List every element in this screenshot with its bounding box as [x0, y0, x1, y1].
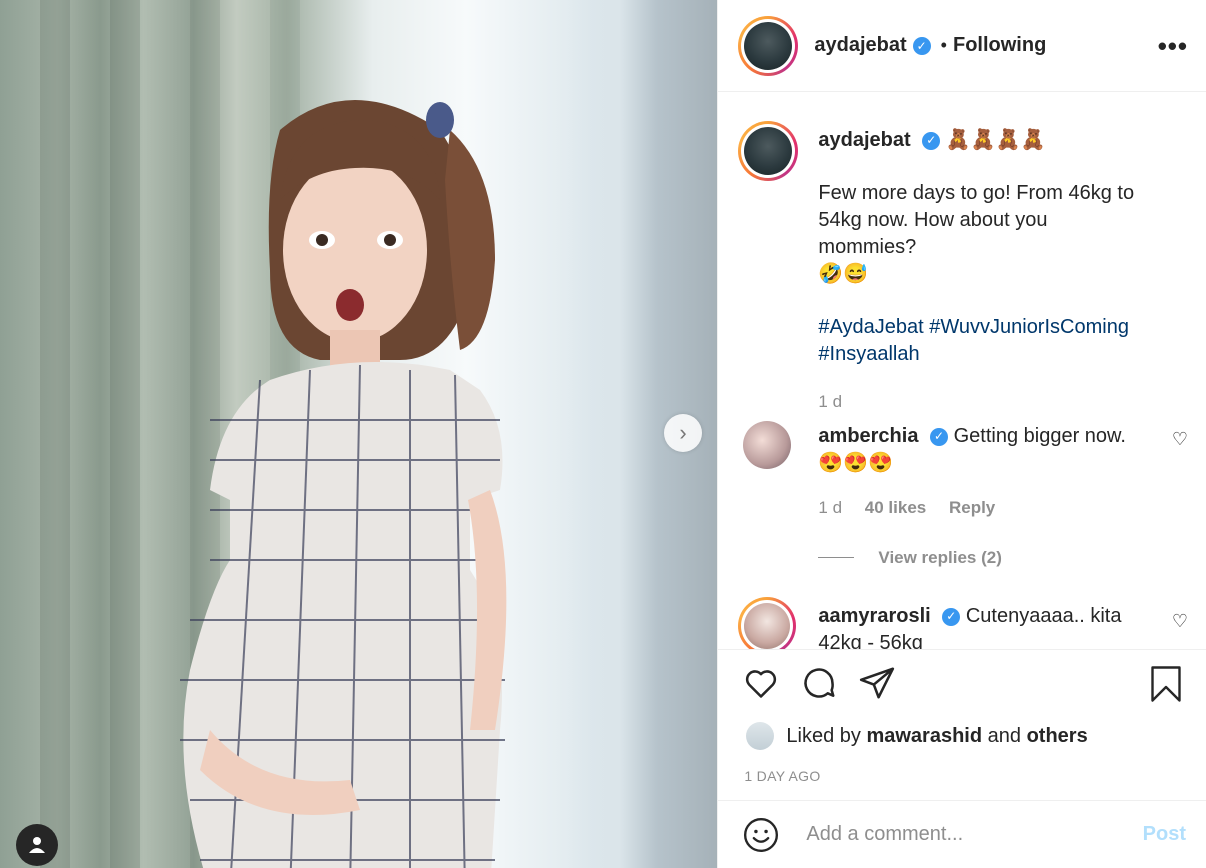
verified-icon: ✓ [942, 607, 961, 626]
comment-input[interactable] [804, 822, 1143, 847]
action-icons [742, 664, 1184, 708]
caption-time: 1 d [818, 392, 843, 411]
more-options-icon[interactable]: ••• [1158, 33, 1188, 59]
comment-username[interactable]: aamyrarosli [818, 605, 930, 627]
comment-text: Getting bigger now. [953, 425, 1126, 447]
person-illustration [180, 100, 507, 868]
tagged-users-button[interactable] [16, 824, 58, 866]
caption-username[interactable]: aydajebat [818, 129, 910, 151]
chevron-right-icon: › [679, 420, 687, 445]
next-photo-button[interactable]: › [664, 414, 702, 452]
caption-body: aydajebat ✓ 🧸🧸🧸🧸 Few more days to go! Fr… [818, 127, 1148, 415]
liked-by-prefix: Liked by [786, 724, 861, 747]
curtain-fold [110, 0, 140, 868]
comment-body: amberchia ✓ Getting bigger now. 😍😍😍 1 d … [818, 423, 1148, 571]
comment-body: aamyrarosli ✓ Cutenyaaaa.. kita 42kg - 5… [818, 603, 1148, 649]
post-comment-button[interactable]: Post [1143, 823, 1186, 846]
caption-hashtags-2[interactable]: #Insyaallah [818, 341, 1148, 368]
comment-time: 1 d [818, 498, 843, 517]
caption-hashtags[interactable]: #AydaJebat #WuvvJuniorIsComing [818, 314, 1148, 341]
comment-like-heart-icon[interactable]: ♡ [1172, 611, 1188, 632]
caption-avatar[interactable] [738, 121, 799, 181]
comment-emojis: 😍😍😍 [818, 452, 894, 474]
liked-by: Liked by mawarashid and others [746, 722, 1088, 750]
add-comment-bar: Post [718, 800, 1206, 868]
post-time[interactable]: 1 DAY AGO [744, 768, 820, 784]
post-photo[interactable]: › [0, 0, 718, 868]
caption-emojis: 🧸🧸🧸🧸 [945, 129, 1046, 151]
comment-likes[interactable]: 40 likes [865, 498, 926, 517]
comment-text-2: 42kg - 56kg [818, 632, 923, 649]
author-username[interactable]: aydajebat [814, 34, 906, 57]
post-side-panel: aydajebat ✓ • Following ••• aydajebat ✓ … [717, 0, 1206, 868]
view-replies-button[interactable]: View replies (2) [818, 544, 1148, 571]
post-modal: › aydajebat ✓ • Following ••• aydajebat … [0, 0, 1206, 868]
liked-by-others[interactable]: others [1027, 725, 1088, 748]
verified-icon: ✓ [930, 427, 949, 446]
caption-emojis-2: 🤣😅 [818, 263, 869, 285]
author-avatar[interactable] [738, 15, 799, 76]
emoji-icon[interactable] [742, 816, 780, 854]
following-button[interactable]: Following [953, 34, 1046, 57]
save-bookmark-icon[interactable] [1148, 664, 1184, 704]
reply-button[interactable]: Reply [949, 498, 995, 517]
person-icon [29, 837, 45, 853]
caption-row: aydajebat ✓ 🧸🧸🧸🧸 Few more days to go! Fr… [738, 121, 1188, 411]
liked-by-and: and [987, 724, 1022, 747]
comment-meta: 1 d 40 likes Reply [818, 494, 1148, 521]
post-header: aydajebat ✓ • Following ••• [718, 0, 1206, 92]
liked-by-user[interactable]: mawarashid [866, 725, 982, 748]
like-heart-icon[interactable] [742, 664, 780, 702]
share-icon[interactable] [858, 664, 896, 702]
comment-text: Cutenyaaaa.. kita [965, 605, 1122, 627]
comment-row: amberchia ✓ Getting bigger now. 😍😍😍 1 d … [738, 421, 1188, 567]
verified-icon: ✓ [922, 131, 941, 150]
separator-dot: • [940, 35, 947, 55]
verified-icon: ✓ [912, 36, 931, 55]
comment-row: aamyrarosli ✓ Cutenyaaaa.. kita 42kg - 5… [738, 597, 1188, 649]
commenter-avatar[interactable] [743, 421, 792, 469]
curtain-fold [40, 0, 70, 868]
post-actions: Liked by mawarashid and others 1 DAY AGO [718, 649, 1206, 800]
comment-username[interactable]: amberchia [818, 425, 918, 447]
comment-like-heart-icon[interactable]: ♡ [1172, 429, 1188, 450]
comments-list[interactable]: aydajebat ✓ 🧸🧸🧸🧸 Few more days to go! Fr… [718, 93, 1206, 649]
comment-icon[interactable] [800, 664, 838, 702]
liker-avatar[interactable] [746, 722, 775, 750]
commenter-avatar[interactable] [738, 597, 797, 649]
caption-text: Few more days to go! From 46kg to 54kg n… [818, 182, 1135, 258]
